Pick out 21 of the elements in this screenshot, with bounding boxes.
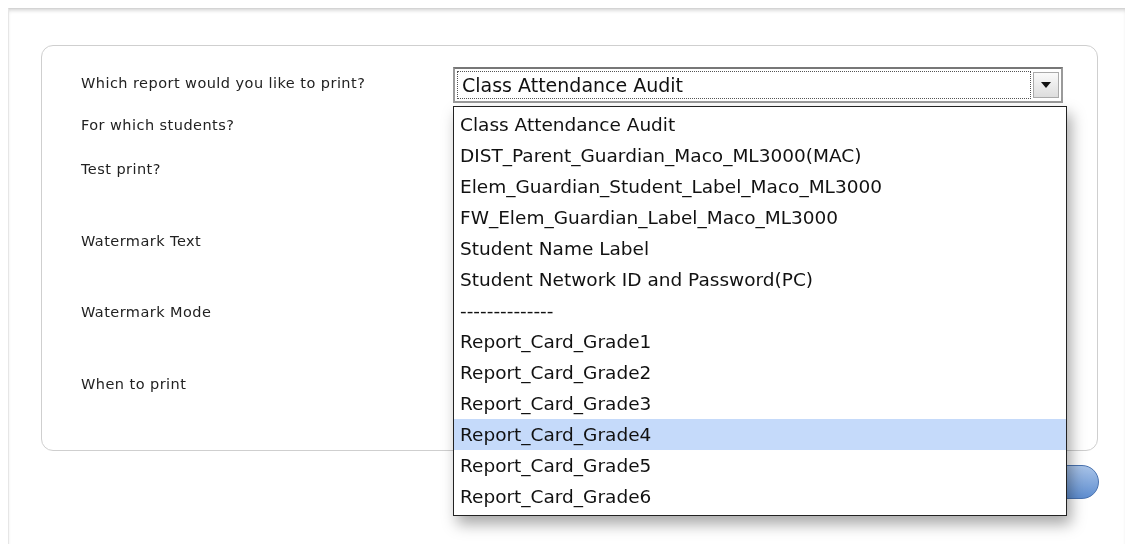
dropdown-option[interactable]: Report_Card_Grade1 (454, 326, 1066, 357)
dropdown-option[interactable]: Report_Card_Grade6 (454, 481, 1066, 512)
dropdown-option[interactable]: Student Network ID and Password(PC) (454, 264, 1066, 295)
dropdown-option[interactable]: Report_Card_Grade5 (454, 450, 1066, 481)
dropdown-option[interactable]: Class Attendance Audit (454, 109, 1066, 140)
field-label: When to print (81, 376, 187, 392)
dropdown-option[interactable]: Report_Card_Grade2 (454, 357, 1066, 388)
dropdown-option[interactable]: FW_Elem_Guardian_Label_Maco_ML3000 (454, 202, 1066, 233)
field-label: For which students? (81, 117, 235, 133)
dropdown-option[interactable]: DIST_Parent_Guardian_Maco_ML3000(MAC) (454, 140, 1066, 171)
dropdown-option[interactable]: Elem_Guardian_Student_Label_Maco_ML3000 (454, 171, 1066, 202)
dropdown-option[interactable]: Student Name Label (454, 233, 1066, 264)
dropdown-option[interactable]: -------------- (454, 295, 1066, 326)
field-label: Test print? (81, 161, 161, 177)
dropdown-option[interactable]: Report_Card_Grade4 (454, 419, 1066, 450)
field-label: Watermark Mode (81, 304, 212, 320)
caret-icon (1041, 82, 1051, 88)
report-select[interactable]: Class Attendance Audit (453, 67, 1063, 103)
field-label: Which report would you like to print? (81, 75, 366, 91)
field-label: Watermark Text (81, 233, 202, 249)
dropdown-option[interactable]: Report_Card_Grade3 (454, 388, 1066, 419)
